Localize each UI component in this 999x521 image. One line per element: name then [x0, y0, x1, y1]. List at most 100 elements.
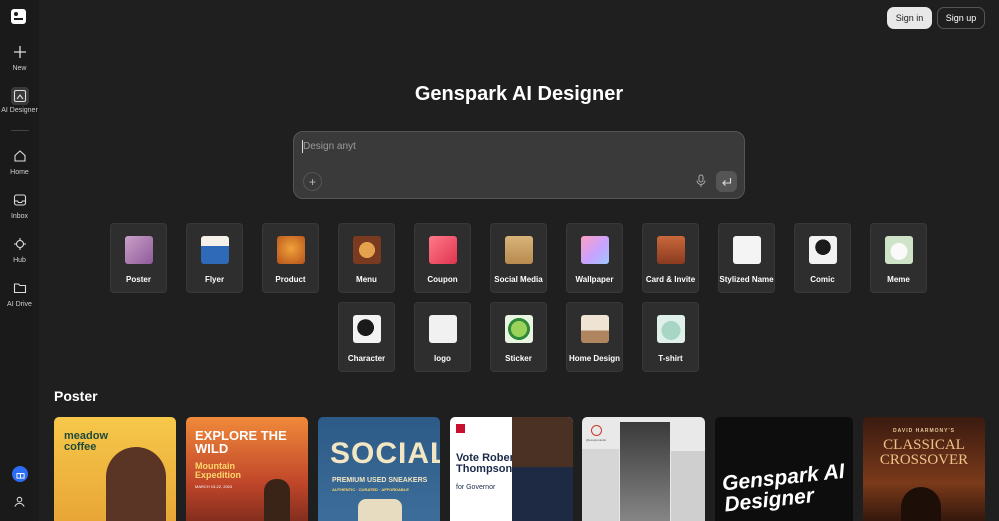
sidebar-item-label: Hub — [13, 257, 26, 264]
poster-violinist-image — [901, 487, 941, 521]
sidebar-item-new[interactable]: New — [0, 45, 39, 72]
coupon-thumbnail — [429, 236, 457, 264]
stylized-name-thumbnail — [733, 236, 761, 264]
poster-card[interactable]: @ecuprestudio — [582, 417, 705, 521]
poster-photo-center — [620, 422, 670, 521]
category-label: Social Media — [494, 275, 543, 284]
poster-card[interactable]: DAVID HARMONY'S CLASSICAL CROSSOVER — [863, 417, 985, 521]
sign-up-button[interactable]: Sign up — [937, 7, 985, 29]
menu-thumbnail — [353, 236, 381, 264]
poster-card[interactable]: Vote Robert Thompson for Governor — [450, 417, 573, 521]
poster-card[interactable]: EXPLORE THE WILD Mountain Expedition MAR… — [186, 417, 308, 521]
microphone-icon[interactable] — [695, 174, 707, 188]
sidebar-item-label: AI Designer — [1, 107, 38, 114]
wallpaper-thumbnail — [581, 236, 609, 264]
poster-candidate-image — [512, 417, 573, 521]
category-logo[interactable]: logo — [414, 302, 471, 372]
sidebar-item-label: New — [12, 65, 27, 72]
category-home-design[interactable]: Home Design — [566, 302, 623, 372]
logo-thumbnail — [429, 315, 457, 343]
sidebar-divider — [11, 130, 29, 131]
category-comic[interactable]: Comic — [794, 223, 851, 293]
poster-date: MARCH 15-22, 2024 — [195, 484, 233, 489]
card-invite-thumbnail — [657, 236, 685, 264]
inbox-icon — [13, 194, 26, 206]
gift-button[interactable] — [12, 466, 28, 482]
category-card-invite[interactable]: Card & Invite — [642, 223, 699, 293]
poster-text: @ecuprestudio — [586, 438, 607, 442]
category-product[interactable]: Product — [262, 223, 319, 293]
sidebar-item-hub[interactable]: Hub — [0, 237, 39, 264]
category-social-media[interactable]: Social Media — [490, 223, 547, 293]
genspark-logo[interactable] — [11, 9, 26, 24]
poster-tagline: AUTHENTIC · CURATED · AFFORDABLE — [332, 487, 409, 492]
category-label: Card & Invite — [645, 275, 696, 284]
poster-person-image — [106, 447, 166, 521]
category-sticker[interactable]: Sticker — [490, 302, 547, 372]
sidebar-item-ai-drive[interactable]: AI Drive — [0, 281, 39, 308]
poster-subtitle: PREMIUM USED SNEAKERS — [332, 477, 428, 484]
sign-in-button[interactable]: Sign in — [887, 7, 932, 29]
poster-photo-left — [582, 449, 619, 521]
social-media-thumbnail — [505, 236, 533, 264]
category-label: Product — [275, 275, 306, 284]
sidebar-item-home[interactable]: Home — [0, 149, 39, 176]
category-character[interactable]: Character — [338, 302, 395, 372]
home-icon — [13, 150, 26, 162]
category-label: Sticker — [505, 354, 532, 363]
poster-tennis-icon — [591, 425, 602, 436]
category-poster[interactable]: Poster — [110, 223, 167, 293]
category-stylized-name[interactable]: Stylized Name — [718, 223, 775, 293]
sticker-thumbnail — [505, 315, 533, 343]
category-label: Menu — [356, 275, 377, 284]
category-coupon[interactable]: Coupon — [414, 223, 471, 293]
user-icon[interactable] — [13, 495, 26, 508]
poster-thumbnail — [125, 236, 153, 264]
category-label: T-shirt — [658, 354, 683, 363]
prompt-input[interactable]: Design anyt — [303, 141, 356, 152]
poster-subtitle: DAVID HARMONY'S — [893, 428, 955, 434]
poster-hiker-image — [264, 479, 290, 521]
poster-subtitle: for Governor — [456, 484, 496, 491]
category-menu[interactable]: Menu — [338, 223, 395, 293]
attach-button[interactable]: + — [303, 172, 322, 191]
page-title: Genspark AI Designer — [414, 83, 624, 105]
sidebar-item-label: Home — [10, 169, 29, 176]
category-label: Stylized Name — [719, 275, 774, 284]
category-label: Coupon — [427, 275, 458, 284]
category-label: Home Design — [568, 354, 621, 363]
poster-sneaker-image — [358, 499, 402, 521]
poster-photo-right — [671, 451, 705, 521]
home-design-thumbnail — [581, 315, 609, 343]
poster-card[interactable]: meadow coffee — [54, 417, 176, 521]
poster-card[interactable]: Genspark AI Designer — [715, 417, 853, 521]
category-label: Flyer — [204, 275, 225, 284]
plus-icon — [13, 46, 26, 58]
prompt-box[interactable]: Design anyt + — [293, 131, 745, 199]
category-label: Comic — [810, 275, 835, 284]
category-t-shirt[interactable]: T-shirt — [642, 302, 699, 372]
category-label: Poster — [126, 275, 151, 284]
gift-icon — [15, 472, 25, 479]
sidebar: New AI Designer Home Inbox Hub AI Drive — [0, 0, 39, 521]
category-label: Meme — [887, 275, 910, 284]
category-meme[interactable]: Meme — [870, 223, 927, 293]
plus-icon: + — [308, 174, 316, 189]
sidebar-item-label: Inbox — [10, 213, 29, 220]
sidebar-item-inbox[interactable]: Inbox — [0, 193, 39, 220]
meme-thumbnail — [885, 236, 913, 264]
category-flyer[interactable]: Flyer — [186, 223, 243, 293]
product-thumbnail — [277, 236, 305, 264]
poster-subtitle: Mountain Expedition — [195, 461, 242, 480]
category-wallpaper[interactable]: Wallpaper — [566, 223, 623, 293]
poster-text: Genspark AI Designer — [721, 459, 846, 517]
sidebar-item-label: AI Drive — [7, 301, 32, 308]
send-button[interactable] — [716, 171, 737, 192]
poster-flag-icon — [456, 424, 465, 433]
poster-text: meadow coffee — [64, 430, 109, 453]
category-label: Character — [347, 354, 386, 363]
poster-card[interactable]: SOCIAL PREMIUM USED SNEAKERS AUTHENTIC ·… — [318, 417, 440, 521]
flyer-thumbnail — [201, 236, 229, 264]
poster-text: CLASSICAL CROSSOVER — [879, 437, 969, 468]
poster-text: Vote Robert Thompson — [456, 452, 518, 475]
